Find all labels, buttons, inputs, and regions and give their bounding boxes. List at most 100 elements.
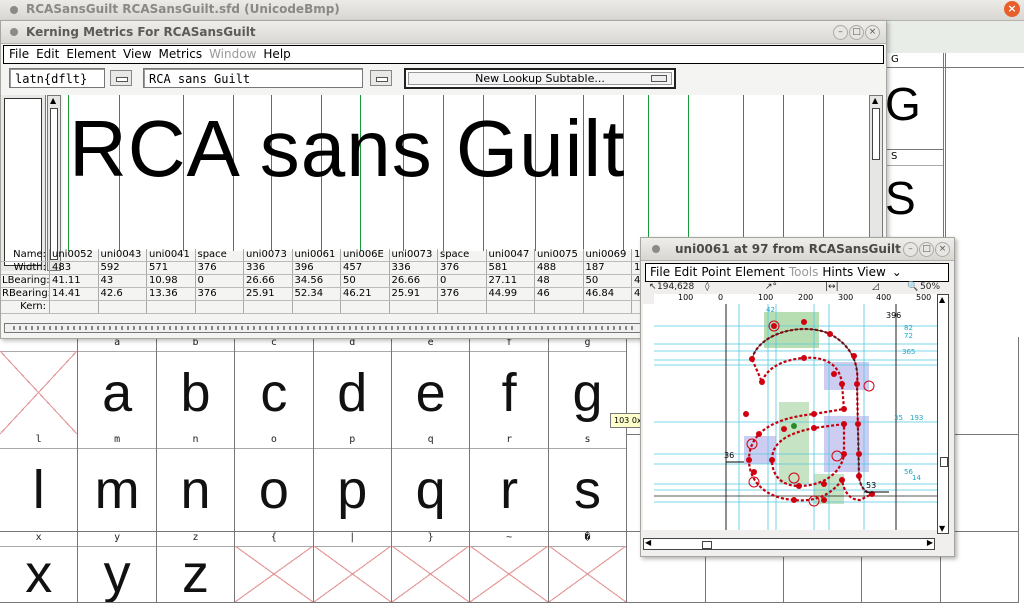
metric-cell-width[interactable]: 396 <box>291 262 340 274</box>
glyph-canvas[interactable]: 36 53 396 42 82 72 365 35 193 56 14 <box>654 304 937 530</box>
minimize-icon[interactable]: – <box>903 242 918 257</box>
maximize-icon[interactable]: □ <box>919 242 934 257</box>
maximize-icon[interactable]: □ <box>849 25 864 40</box>
menu-item-metrics[interactable]: Metrics <box>159 46 203 63</box>
metric-cell-rbearing[interactable]: 13.36 <box>146 288 194 300</box>
window-menu-icon[interactable] <box>10 28 18 36</box>
glyph-cell[interactable]: yy <box>78 532 157 603</box>
glyph-cell[interactable]: ss <box>548 434 628 532</box>
glyph-cell[interactable]: ll <box>0 434 79 532</box>
glyph-horizontal-scrollbar[interactable]: ◀ ▶ <box>643 538 935 550</box>
menu-item-view[interactable]: View <box>123 46 151 63</box>
metric-cell-width[interactable]: 571 <box>146 262 194 274</box>
scroll-up-icon[interactable]: ▲ <box>939 295 945 304</box>
menu-item-view[interactable]: View <box>857 264 885 281</box>
glyph-cell[interactable]: aa <box>78 337 157 435</box>
kern-horizontal-scrollbar[interactable] <box>4 323 644 333</box>
metric-cell-rbearing[interactable]: 376 <box>194 288 243 300</box>
metric-cell-width[interactable]: 457 <box>340 262 388 274</box>
text-dropdown-button[interactable] <box>370 70 392 86</box>
menu-item-element[interactable]: Element <box>66 46 116 63</box>
glyph-vertical-scrollbar[interactable]: ▲ ▼ <box>937 294 949 534</box>
glyph-G[interactable]: G <box>885 77 921 131</box>
scroll-left-icon[interactable]: ◀ <box>645 538 651 547</box>
glyph-cell[interactable]: zz <box>156 532 236 603</box>
metric-cell-lbearing[interactable]: 0 <box>194 275 243 287</box>
metric-cell-lbearing[interactable]: 26.66 <box>243 275 291 287</box>
glyph-cell[interactable]: cc <box>235 337 314 435</box>
metric-cell-lbearing[interactable]: 50 <box>582 275 631 287</box>
glyph-cell[interactable]: bb <box>156 337 236 435</box>
menu-item-file[interactable]: File <box>9 46 29 63</box>
glyph-cell[interactable]: | <box>313 532 392 603</box>
script-lang-field[interactable]: latn{dflt} <box>9 68 105 88</box>
metric-cell-width[interactable]: 483 <box>49 262 97 274</box>
glyph-cell[interactable]: { <box>235 532 314 603</box>
metric-cell-rbearing[interactable]: 46 <box>534 288 582 300</box>
glyph-cell[interactable]: qq <box>392 434 471 532</box>
metric-cell-rbearing[interactable]: 52.34 <box>291 288 340 300</box>
metric-cell-width[interactable]: 187 <box>582 262 631 274</box>
close-icon[interactable]: × <box>865 25 880 40</box>
glyph-cell[interactable]: � <box>548 532 628 603</box>
preview-vertical-scrollbar[interactable]: ▲ <box>47 95 61 271</box>
metric-cell-lbearing[interactable]: 48 <box>534 275 582 287</box>
close-icon[interactable]: × <box>1004 1 1020 17</box>
menu-item-point[interactable]: Point <box>701 264 731 281</box>
metric-cell-lbearing[interactable]: 50 <box>340 275 388 287</box>
glyph-cell[interactable]: dd <box>313 337 392 435</box>
glyph-cell[interactable]: xx <box>0 532 79 603</box>
menu-item-element[interactable]: Element <box>735 264 785 281</box>
metric-cell-rbearing[interactable]: 44.99 <box>485 288 534 300</box>
metric-cell-lbearing[interactable]: 41.11 <box>49 275 97 287</box>
lookup-subtable-button[interactable]: New Lookup Subtable... <box>404 68 676 89</box>
metric-cell-width[interactable]: 581 <box>485 262 534 274</box>
glyph-cell[interactable]: } <box>392 532 471 603</box>
metric-cell-width[interactable]: 376 <box>194 262 243 274</box>
glyph-cell[interactable]: ` <box>0 337 79 435</box>
glyph-cell[interactable]: rr <box>470 434 549 532</box>
window-menu-icon[interactable] <box>652 245 660 253</box>
metric-cell-lbearing[interactable]: 43 <box>97 275 146 287</box>
metric-cell-lbearing[interactable]: 10.98 <box>146 275 194 287</box>
glyph-cell[interactable]: nn <box>156 434 236 532</box>
glyph-cell[interactable]: pp <box>313 434 392 532</box>
scroll-up-icon[interactable]: ▲ <box>872 96 878 105</box>
metric-cell-lbearing[interactable]: 26.66 <box>388 275 437 287</box>
window-menu-icon[interactable] <box>10 6 18 14</box>
metric-cell-rbearing[interactable]: 42.6 <box>97 288 146 300</box>
metric-cell-width[interactable]: 336 <box>243 262 291 274</box>
glyph-cell[interactable]: ~ <box>470 532 549 603</box>
metric-cell-width[interactable]: 488 <box>534 262 582 274</box>
metric-cell-rbearing[interactable]: 14.41 <box>49 288 97 300</box>
text-input[interactable]: RCA sans Guilt <box>143 68 363 88</box>
glyph-cell[interactable]: ee <box>392 337 471 435</box>
metric-cell-rbearing[interactable]: 25.91 <box>388 288 437 300</box>
menu-item-hints[interactable]: Hints <box>822 264 853 281</box>
kerning-preview[interactable]: RCA sans Guilt <box>63 95 869 251</box>
menu-item-edit[interactable]: Edit <box>674 264 697 281</box>
metric-cell-lbearing[interactable]: 27.11 <box>485 275 534 287</box>
metric-cell-rbearing[interactable]: 376 <box>437 288 485 300</box>
metric-cell-rbearing[interactable]: 25.91 <box>243 288 291 300</box>
glyph-cell[interactable]: ff <box>470 337 549 435</box>
metric-cell-width[interactable]: 592 <box>97 262 146 274</box>
menu-item-edit[interactable]: Edit <box>36 46 59 63</box>
glyph-cell[interactable]: mm <box>78 434 157 532</box>
menu-item-help[interactable]: Help <box>263 46 290 63</box>
metric-cell-lbearing[interactable]: 34.56 <box>291 275 340 287</box>
glyph-cell[interactable]: oo <box>235 434 314 532</box>
scroll-up-icon[interactable]: ▲ <box>50 96 56 105</box>
script-dropdown-button[interactable] <box>110 70 132 86</box>
metric-cell-rbearing[interactable]: 46.84 <box>582 288 631 300</box>
minimize-icon[interactable]: – <box>833 25 848 40</box>
scroll-right-icon[interactable]: ▶ <box>927 538 933 547</box>
scroll-down-icon[interactable]: ▼ <box>939 524 945 533</box>
metric-cell-rbearing[interactable]: 46.21 <box>340 288 388 300</box>
close-icon[interactable]: × <box>935 242 950 257</box>
metric-cell-width[interactable]: 336 <box>388 262 437 274</box>
chevron-down-icon[interactable]: ⌄ <box>892 264 902 281</box>
menu-item-file[interactable]: File <box>650 264 670 281</box>
glyph-S[interactable]: S <box>885 171 916 225</box>
metric-cell-lbearing[interactable]: 0 <box>437 275 485 287</box>
